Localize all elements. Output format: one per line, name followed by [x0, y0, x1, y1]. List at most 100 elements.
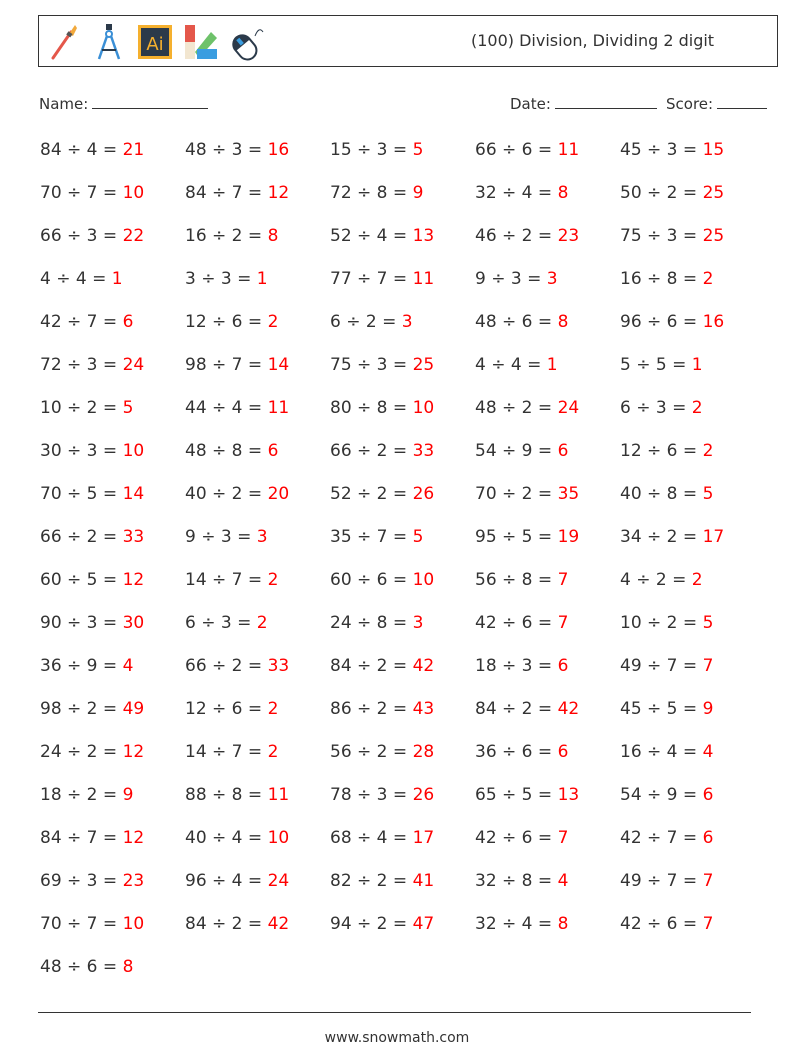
problem-answer: 17 [702, 527, 725, 547]
problem-answer: 8 [557, 183, 569, 203]
problem-item: 82 ÷ 2 = 41 [330, 871, 434, 891]
problem-question: 6 ÷ 3 = [620, 398, 692, 418]
problem-answer: 5 [122, 398, 134, 418]
problem-answer: 19 [557, 527, 580, 547]
problem-answer: 10 [122, 441, 145, 461]
problem-answer: 11 [267, 785, 290, 805]
problem-question: 42 ÷ 7 = [40, 312, 123, 332]
problem-item: 75 ÷ 3 = 25 [330, 355, 434, 375]
date-blank[interactable] [554, 94, 657, 109]
problem-answer: 28 [412, 742, 435, 762]
problem-question: 46 ÷ 2 = [475, 226, 558, 246]
header-box: Ai (100) Division, Dividing 2 digit [38, 15, 778, 67]
problem-question: 75 ÷ 3 = [330, 355, 413, 375]
problem-question: 6 ÷ 2 = [330, 312, 402, 332]
problem-item: 70 ÷ 7 = 10 [40, 183, 144, 203]
name-field[interactable]: Name: [39, 94, 209, 113]
problem-item: 48 ÷ 6 = 8 [40, 957, 133, 977]
problem-item: 30 ÷ 3 = 10 [40, 441, 144, 461]
problem-question: 66 ÷ 6 = [475, 140, 558, 160]
problem-question: 96 ÷ 6 = [620, 312, 703, 332]
problem-question: 56 ÷ 2 = [330, 742, 413, 762]
problem-question: 24 ÷ 8 = [330, 613, 413, 633]
problem-item: 52 ÷ 4 = 13 [330, 226, 434, 246]
problem-question: 12 ÷ 6 = [185, 699, 268, 719]
problem-item: 56 ÷ 2 = 28 [330, 742, 434, 762]
problem-question: 9 ÷ 3 = [475, 269, 547, 289]
problem-question: 60 ÷ 6 = [330, 570, 413, 590]
problem-answer: 5 [412, 140, 424, 160]
problem-question: 48 ÷ 6 = [475, 312, 558, 332]
problem-item: 95 ÷ 5 = 19 [475, 527, 579, 547]
footer-divider [38, 1012, 751, 1013]
problem-item: 34 ÷ 2 = 17 [620, 527, 724, 547]
problem-question: 42 ÷ 6 = [475, 828, 558, 848]
problem-question: 35 ÷ 7 = [330, 527, 413, 547]
problem-item: 40 ÷ 8 = 5 [620, 484, 713, 504]
date-field[interactable]: Date: [510, 94, 657, 113]
problem-item: 45 ÷ 5 = 9 [620, 699, 713, 719]
compass-icon [97, 24, 121, 60]
problem-question: 66 ÷ 2 = [40, 527, 123, 547]
problem-question: 45 ÷ 3 = [620, 140, 703, 160]
problem-question: 5 ÷ 5 = [620, 355, 692, 375]
problem-answer: 2 [267, 570, 279, 590]
problem-item: 36 ÷ 9 = 4 [40, 656, 133, 676]
problem-answer: 1 [691, 355, 703, 375]
problem-answer: 8 [557, 312, 569, 332]
problem-item: 94 ÷ 2 = 47 [330, 914, 434, 934]
problem-question: 52 ÷ 2 = [330, 484, 413, 504]
problem-answer: 7 [557, 828, 569, 848]
problem-answer: 11 [557, 140, 580, 160]
problem-question: 42 ÷ 6 = [475, 613, 558, 633]
problem-answer: 1 [546, 355, 558, 375]
problem-answer: 33 [122, 527, 145, 547]
problem-item: 68 ÷ 4 = 17 [330, 828, 434, 848]
problem-question: 98 ÷ 7 = [185, 355, 268, 375]
score-blank[interactable] [717, 94, 768, 109]
problem-question: 95 ÷ 5 = [475, 527, 558, 547]
problem-item: 72 ÷ 3 = 24 [40, 355, 144, 375]
problem-question: 70 ÷ 2 = [475, 484, 558, 504]
name-label: Name: [39, 95, 89, 113]
problem-item: 66 ÷ 6 = 11 [475, 140, 579, 160]
problem-question: 65 ÷ 5 = [475, 785, 558, 805]
name-blank[interactable] [92, 94, 209, 109]
problem-item: 44 ÷ 4 = 11 [185, 398, 289, 418]
problem-answer: 12 [122, 570, 145, 590]
footer-url: www.snowmath.com [324, 1030, 470, 1046]
problem-item: 6 ÷ 3 = 2 [620, 398, 703, 418]
problem-answer: 20 [267, 484, 290, 504]
problem-question: 72 ÷ 3 = [40, 355, 123, 375]
problem-answer: 2 [691, 570, 703, 590]
problem-question: 66 ÷ 3 = [40, 226, 123, 246]
problem-question: 16 ÷ 8 = [620, 269, 703, 289]
problem-answer: 10 [412, 570, 435, 590]
problem-item: 60 ÷ 5 = 12 [40, 570, 144, 590]
problem-answer: 47 [412, 914, 435, 934]
problem-answer: 42 [557, 699, 580, 719]
problem-answer: 24 [557, 398, 580, 418]
problem-question: 69 ÷ 3 = [40, 871, 123, 891]
problem-item: 5 ÷ 5 = 1 [620, 355, 703, 375]
problem-answer: 49 [122, 699, 145, 719]
problem-question: 68 ÷ 4 = [330, 828, 413, 848]
problem-item: 78 ÷ 3 = 26 [330, 785, 434, 805]
score-field[interactable]: Score: [666, 94, 768, 113]
problem-answer: 42 [412, 656, 435, 676]
problem-item: 12 ÷ 6 = 2 [620, 441, 713, 461]
problem-item: 9 ÷ 3 = 3 [185, 527, 268, 547]
problem-answer: 26 [412, 785, 435, 805]
problem-answer: 43 [412, 699, 435, 719]
problem-item: 88 ÷ 8 = 11 [185, 785, 289, 805]
problem-question: 70 ÷ 7 = [40, 914, 123, 934]
problem-question: 66 ÷ 2 = [330, 441, 413, 461]
problem-item: 4 ÷ 4 = 1 [40, 269, 123, 289]
problem-item: 84 ÷ 4 = 21 [40, 140, 144, 160]
problem-item: 6 ÷ 2 = 3 [330, 312, 413, 332]
problem-item: 4 ÷ 2 = 2 [620, 570, 703, 590]
problem-question: 49 ÷ 7 = [620, 871, 703, 891]
problem-question: 3 ÷ 3 = [185, 269, 257, 289]
problem-item: 14 ÷ 7 = 2 [185, 742, 278, 762]
problem-answer: 7 [557, 570, 569, 590]
